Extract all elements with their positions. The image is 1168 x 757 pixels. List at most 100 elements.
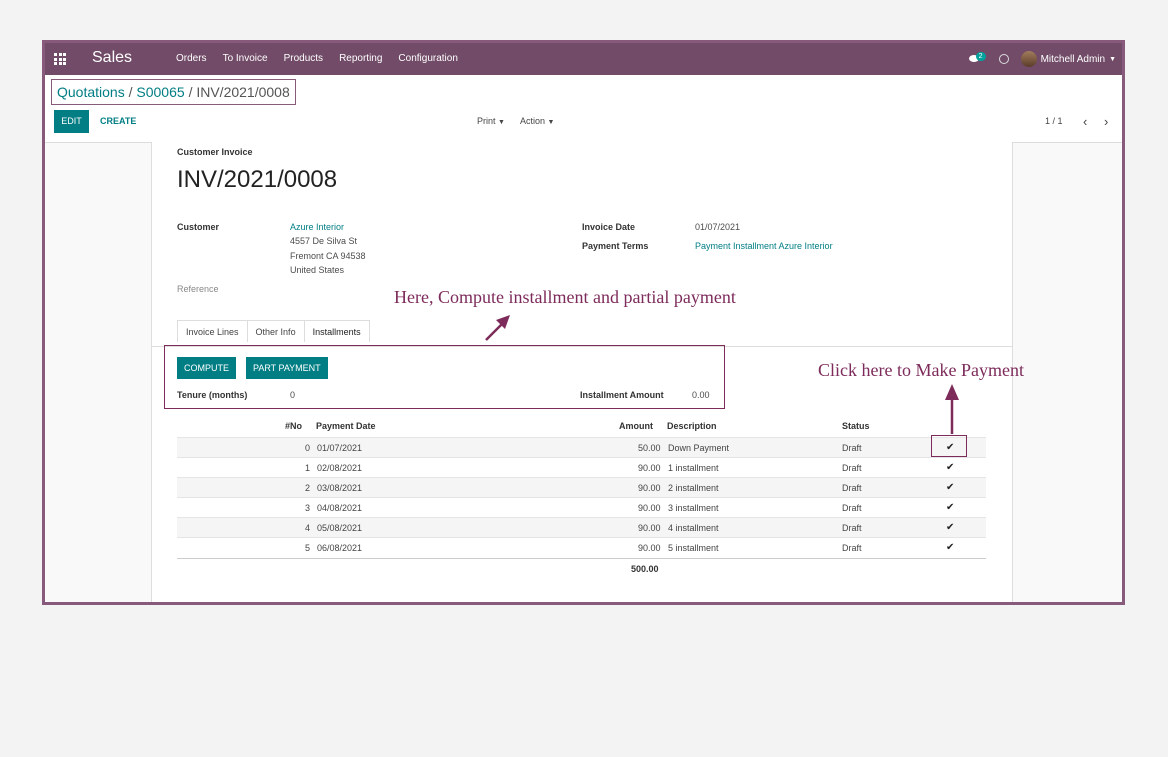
messages-badge: 2 — [975, 52, 986, 61]
row-payment-date: 04/08/2021 — [317, 503, 363, 513]
row-status: Draft — [842, 483, 862, 493]
customer-link[interactable]: Azure Interior — [290, 222, 344, 232]
row-description: 3 installment — [668, 503, 719, 513]
row-no: 3 — [305, 503, 311, 513]
address-line: 4557 De Silva St — [290, 236, 358, 246]
table-row[interactable]: 4 05/08/2021 90.00 4 installment Draft ✔ — [177, 517, 986, 538]
breadcrumb-quotations[interactable]: Quotations — [57, 84, 125, 100]
user-name: Mitchell Admin — [1040, 53, 1106, 65]
make-payment-check-icon[interactable]: ✔ — [946, 542, 954, 553]
reference-label: Reference — [177, 284, 219, 294]
tenure-value[interactable]: 0 — [290, 390, 295, 400]
caret-down-icon: ▼ — [547, 119, 555, 126]
breadcrumb-current: INV/2021/0008 — [196, 84, 290, 100]
messages-icon[interactable]: 2 — [968, 52, 987, 66]
table-row[interactable]: 3 04/08/2021 90.00 3 installment Draft ✔ — [177, 497, 986, 518]
row-no: 5 — [305, 543, 311, 553]
row-no: 2 — [305, 483, 311, 493]
row-payment-date: 05/08/2021 — [317, 523, 363, 533]
chevron-right-icon[interactable]: › — [1104, 110, 1108, 133]
activity-clock-icon[interactable] — [998, 54, 1009, 64]
annotation-arrow-icon — [485, 315, 510, 341]
row-status: Draft — [842, 523, 862, 533]
address-line: Fremont CA 94538 — [290, 251, 366, 261]
app-menu-grid-icon[interactable] — [54, 53, 66, 65]
user-menu[interactable]: Mitchell Admin ▼ — [1020, 51, 1116, 67]
column-header-description[interactable]: Description — [667, 421, 717, 431]
chevron-left-icon[interactable]: ‹ — [1083, 110, 1087, 133]
row-amount: 90.00 — [638, 523, 661, 533]
top-navbar: Sales Orders To Invoice Products Reporti… — [45, 43, 1122, 75]
tenure-label: Tenure (months) — [177, 390, 248, 400]
form-sheet: Customer Invoice INV/2021/0008 Customer … — [151, 142, 1024, 602]
make-payment-check-icon[interactable]: ✔ — [946, 482, 954, 493]
row-description: 5 installment — [668, 543, 719, 553]
action-label: Action — [520, 116, 546, 126]
annotation-arrow-icon — [945, 384, 959, 434]
menu-orders[interactable]: Orders — [176, 53, 207, 64]
row-description: 4 installment — [668, 523, 719, 533]
compute-button[interactable]: COMPUTE — [177, 357, 236, 379]
column-header-no[interactable]: #No — [285, 421, 302, 431]
document-type-label: Customer Invoice — [177, 147, 253, 157]
invoice-number: INV/2021/0008 — [177, 166, 338, 193]
navbar-systray: 2 Mitchell Admin ▼ — [968, 43, 1116, 75]
print-dropdown[interactable]: Print ▼ — [477, 110, 505, 133]
payment-terms-label: Payment Terms — [582, 241, 649, 251]
installment-amount-value[interactable]: 0.00 — [692, 390, 710, 400]
row-description: 1 installment — [668, 463, 719, 473]
breadcrumb-sale-order[interactable]: S00065 — [136, 84, 184, 100]
row-amount: 50.00 — [638, 443, 661, 453]
row-status: Draft — [842, 463, 862, 473]
table-row[interactable]: 1 02/08/2021 90.00 1 installment Draft ✔ — [177, 457, 986, 478]
action-dropdown[interactable]: Action ▼ — [520, 110, 554, 133]
row-payment-date: 06/08/2021 — [317, 543, 363, 553]
row-no: 1 — [305, 463, 311, 473]
part-payment-button[interactable]: PART PAYMENT — [246, 357, 328, 379]
breadcrumb-separator: / — [188, 84, 193, 100]
tab-other-info[interactable]: Other Info — [246, 320, 305, 342]
tab-installments[interactable]: Installments — [303, 320, 370, 342]
payment-highlight-box — [931, 435, 967, 457]
column-header-status[interactable]: Status — [842, 421, 870, 431]
make-payment-check-icon[interactable]: ✔ — [946, 522, 954, 533]
payment-terms-link[interactable]: Payment Installment Azure Interior — [695, 241, 833, 251]
menu-products[interactable]: Products — [284, 53, 323, 64]
row-amount: 90.00 — [638, 543, 661, 553]
invoice-date-label: Invoice Date — [582, 222, 636, 232]
breadcrumb: Quotations / S00065 / INV/2021/0008 — [51, 79, 296, 105]
installment-amount-label: Installment Amount — [580, 390, 664, 400]
caret-down-icon: ▼ — [1109, 55, 1116, 63]
menu-to-invoice[interactable]: To Invoice — [223, 53, 268, 64]
address-line: United States — [290, 265, 345, 275]
pager-value[interactable]: 1 / 1 — [1045, 110, 1063, 133]
table-total: 500.00 — [631, 564, 659, 574]
column-header-payment-date[interactable]: Payment Date — [316, 421, 376, 431]
edit-button[interactable]: EDIT — [54, 110, 89, 133]
table-row[interactable]: 0 01/07/2021 50.00 Down Payment Draft ✔ — [177, 437, 986, 458]
row-payment-date: 01/07/2021 — [317, 443, 363, 453]
row-status: Draft — [842, 503, 862, 513]
row-description: 2 installment — [668, 483, 719, 493]
menu-reporting[interactable]: Reporting — [339, 53, 382, 64]
print-label: Print — [477, 116, 496, 126]
notebook-tabs: Invoice Lines Other Info Installments — [177, 320, 370, 342]
make-payment-check-icon[interactable]: ✔ — [946, 462, 954, 473]
customer-label: Customer — [177, 222, 220, 232]
row-description: Down Payment — [668, 443, 730, 453]
column-header-amount[interactable]: Amount — [619, 421, 653, 431]
table-row[interactable]: 2 03/08/2021 90.00 2 installment Draft ✔ — [177, 477, 986, 498]
menu-configuration[interactable]: Configuration — [398, 53, 457, 64]
make-payment-check-icon[interactable]: ✔ — [946, 502, 954, 513]
app-window: Sales Orders To Invoice Products Reporti… — [42, 40, 1125, 605]
row-no: 0 — [305, 443, 311, 453]
row-status: Draft — [842, 543, 862, 553]
invoice-date-value[interactable]: 01/07/2021 — [695, 222, 740, 232]
payment-annotation: Click here to Make Payment — [818, 360, 1024, 380]
table-row[interactable]: 5 06/08/2021 90.00 5 installment Draft ✔ — [177, 537, 986, 558]
tab-invoice-lines[interactable]: Invoice Lines — [177, 320, 248, 342]
breadcrumb-separator: / — [128, 84, 133, 100]
create-button[interactable]: CREATE — [100, 110, 136, 133]
caret-down-icon: ▼ — [498, 119, 505, 126]
app-title: Sales — [92, 49, 133, 66]
